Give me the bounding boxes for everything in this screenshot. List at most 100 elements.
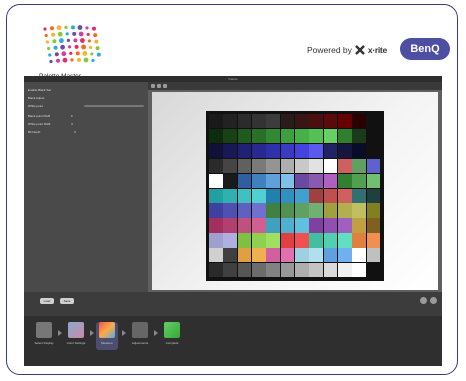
workflow-step-measure[interactable]: Measure: [96, 322, 118, 350]
logo-dot: [54, 52, 59, 57]
color-patch: [352, 114, 367, 129]
color-patch: [338, 233, 352, 248]
fit-icon[interactable]: [163, 84, 167, 88]
logo-dot: [86, 32, 90, 37]
color-patch: [352, 218, 367, 233]
arrow-icon: [58, 330, 62, 336]
color-patch: [323, 263, 338, 278]
color-patch: [309, 203, 324, 218]
color-patch: [366, 218, 381, 233]
color-patch: [309, 114, 324, 129]
color-patch: [223, 114, 238, 129]
logo-dot: [83, 57, 89, 63]
logo-dot: [77, 57, 81, 62]
color-patch: [223, 158, 238, 174]
workflow-step-adjustments[interactable]: Adjustments: [130, 322, 150, 350]
arrow-icon: [90, 330, 94, 336]
color-patch: [237, 158, 252, 174]
color-patch: [366, 188, 381, 203]
color-patch: [295, 128, 309, 144]
logo-dot: [56, 25, 62, 31]
color-patch: [366, 203, 381, 218]
workflow-step-color-settings[interactable]: Color Settings: [66, 322, 86, 350]
color-patch: [209, 248, 223, 263]
workflow-step-select-display[interactable]: Select Display: [34, 322, 54, 350]
color-patch: [237, 188, 252, 203]
color-patch: [338, 128, 352, 144]
color-patch: [295, 173, 309, 188]
color-patch: [295, 218, 309, 233]
color-patch: [323, 158, 338, 174]
back-icon[interactable]: [420, 297, 427, 304]
load-button[interactable]: Load: [40, 298, 54, 304]
app-window: Palette Enable Black Sat Black Adjust Wh…: [24, 76, 442, 366]
color-patch: [266, 143, 281, 159]
color-patch: [209, 203, 223, 218]
logo-dot: [82, 51, 88, 56]
color-patch: [223, 248, 238, 263]
arrow-icon: [154, 330, 158, 336]
color-patch: [309, 188, 324, 203]
arrow-icon: [122, 330, 126, 336]
color-patch: [209, 114, 223, 129]
zoom-out-icon[interactable]: [157, 84, 161, 88]
color-patch: [252, 114, 266, 129]
preview-toolbar: [148, 82, 442, 90]
black-adjust-radio[interactable]: Black Adjust: [28, 96, 44, 100]
color-patch: [223, 143, 238, 159]
color-patch: [280, 233, 295, 248]
color-patch: [237, 218, 252, 233]
color-patch: [323, 188, 338, 203]
logo-dot: [87, 39, 91, 43]
logo-dot: [78, 31, 84, 37]
logo-dot: [59, 38, 64, 44]
color-patch: [280, 188, 295, 203]
logo-dot: [94, 39, 99, 44]
white-point-slider[interactable]: [84, 105, 144, 107]
color-patch: [266, 114, 281, 129]
preview-canvas: [152, 92, 438, 290]
color-patch: [338, 218, 352, 233]
color-patch: [323, 203, 338, 218]
logo-dot: [85, 26, 89, 30]
color-patch: [237, 173, 252, 188]
color-patch: [352, 203, 367, 218]
logo-dot: [71, 25, 75, 30]
color-patch: [338, 158, 352, 174]
logo-dot: [73, 38, 78, 43]
color-patch: [280, 218, 295, 233]
color-patch: [309, 158, 324, 174]
logo-dot: [64, 25, 68, 29]
color-patch: [295, 233, 309, 248]
color-patch: [252, 143, 266, 159]
color-patch: [266, 233, 281, 248]
color-patch: [323, 128, 338, 144]
color-patch: [338, 114, 352, 129]
color-patch: [252, 188, 266, 203]
logo-dot: [52, 39, 57, 44]
color-patch: [237, 114, 252, 129]
color-patch: [266, 128, 281, 144]
logo-dot: [45, 40, 49, 44]
enable-black-sat-checkbox[interactable]: Enable Black Sat: [28, 88, 51, 92]
logo-dot: [95, 46, 100, 51]
color-patch: [252, 158, 266, 174]
workflow-bar: Select Display Color Settings Measure Ad…: [24, 316, 442, 366]
color-patch: [266, 248, 281, 263]
forward-icon[interactable]: [430, 297, 437, 304]
save-button[interactable]: Save: [60, 298, 74, 304]
color-patch: [266, 173, 281, 188]
color-patch: [366, 173, 381, 188]
workflow-step-complete[interactable]: Complete: [162, 322, 182, 350]
color-patch: [323, 173, 338, 188]
xrite-logo-icon: [355, 45, 365, 55]
logo-dot: [66, 38, 70, 42]
color-patch: [309, 218, 324, 233]
color-patch: [352, 143, 367, 159]
settings-panel: Enable Black Sat Black Adjust White poin…: [24, 82, 148, 292]
black-point-rgb-row: Black point RGB 0: [28, 114, 73, 118]
color-patch: [366, 233, 381, 248]
zoom-in-icon[interactable]: [151, 84, 155, 88]
color-patch: [309, 128, 324, 144]
color-patch: [338, 203, 352, 218]
